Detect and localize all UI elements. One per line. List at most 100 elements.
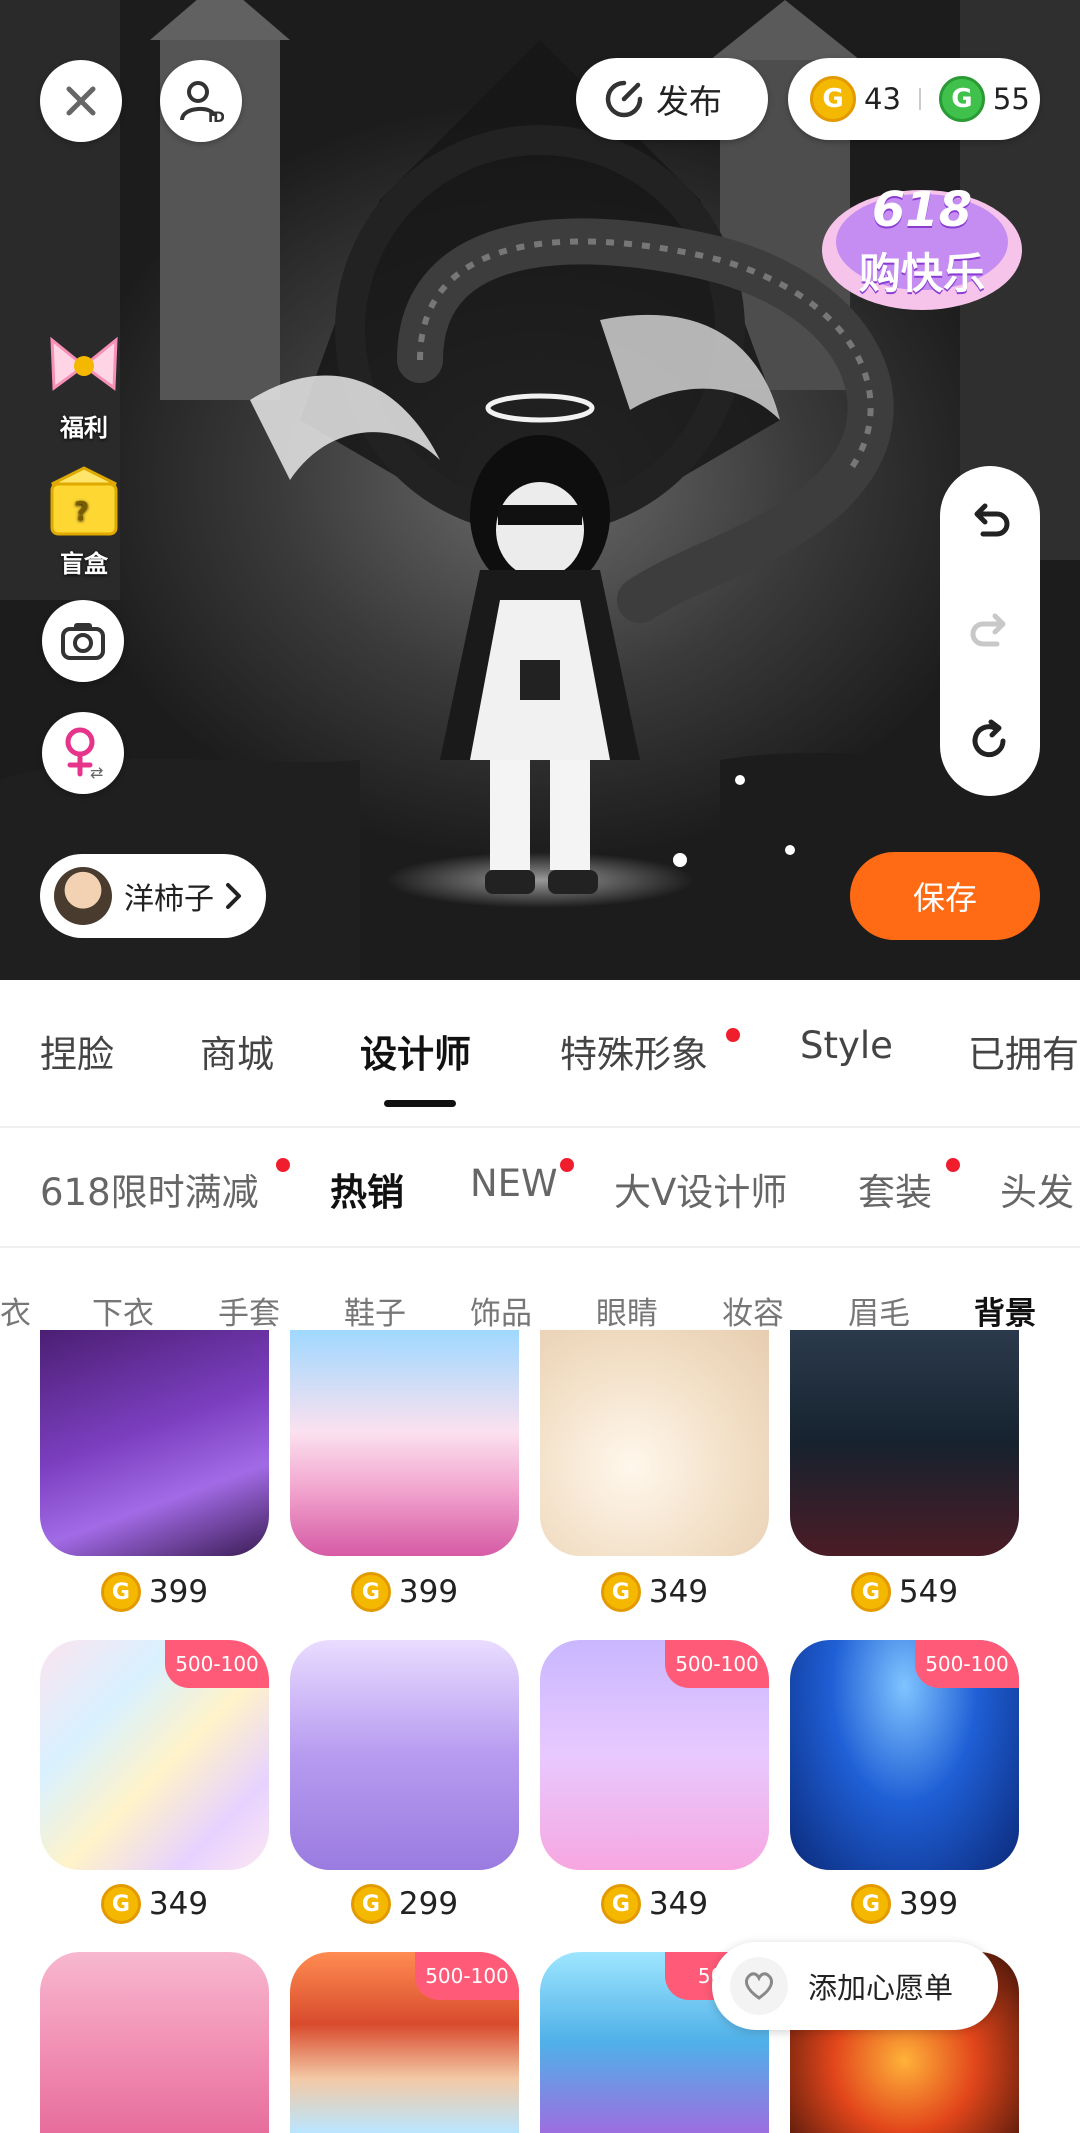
reset-icon[interactable] <box>967 718 1013 764</box>
camera-icon <box>61 623 105 660</box>
tab-special-avatar-dot <box>726 1028 740 1042</box>
category-eyebrows[interactable]: 眉毛 <box>848 1288 910 1333</box>
publish-icon <box>605 80 643 118</box>
user-profile-chip[interactable]: 洋柿子 <box>40 854 266 938</box>
item-card-cream-fur[interactable] <box>540 1330 769 1556</box>
main-tabs: 捏脸 商城 设计师 特殊形象 Style 已拥有 <box>0 1024 1080 1096</box>
blind-box-icon: ? <box>50 466 118 536</box>
gold-coin-icon: G <box>600 1884 641 1924</box>
item-card-purple-bedroom[interactable]: 500-100 <box>540 1640 769 1870</box>
gold-coin-icon: G <box>100 1572 141 1612</box>
redo-icon[interactable] <box>967 608 1013 654</box>
item-card-sports-car[interactable] <box>790 1330 1019 1556</box>
user-id-button[interactable]: ID <box>160 60 242 142</box>
category-eyes[interactable]: 眼睛 <box>596 1288 658 1333</box>
save-button[interactable]: 保存 <box>850 852 1040 940</box>
undo-icon[interactable] <box>967 498 1013 544</box>
gold-coin-icon: G <box>350 1884 391 1924</box>
category-accessories[interactable]: 饰品 <box>470 1288 532 1333</box>
gender-switch-button[interactable]: ⇄ <box>42 712 124 794</box>
add-wishlist-button[interactable]: 添加心愿单 <box>712 1942 998 2030</box>
item-card-lantern-street[interactable]: 500-100 <box>290 1952 519 2133</box>
tab-shop[interactable]: 商城 <box>200 1024 274 1078</box>
gold-coin-icon: G <box>850 1884 891 1924</box>
welfare-label: 福利 <box>60 414 108 442</box>
item-card-blue-stage[interactable]: 500-100 <box>790 1640 1019 1870</box>
subtab-hair[interactable]: 头发 <box>1000 1162 1074 1216</box>
item-card-pink-castle[interactable] <box>290 1330 519 1556</box>
item-price: G 349 <box>540 1572 769 1612</box>
avatar-scene: ID 发布 G 43 G 55 618 购快乐 福利 ? 盲盒 ⇄ 洋柿子 保存 <box>0 0 1080 980</box>
item-price: G 349 <box>540 1884 769 1924</box>
subtab-618-sale[interactable]: 618限时满减 <box>40 1162 259 1216</box>
tab-face[interactable]: 捏脸 <box>40 1024 114 1078</box>
tab-designer[interactable]: 设计师 <box>360 1024 471 1078</box>
subtab-outfit-set[interactable]: 套装 <box>858 1162 932 1216</box>
item-card-pink-room[interactable] <box>40 1952 269 2133</box>
add-wishlist-label: 添加心愿单 <box>808 1971 954 2005</box>
item-price: G 349 <box>40 1884 269 1924</box>
tab-owned[interactable]: 已拥有 <box>968 1024 1079 1078</box>
discount-badge: 500-100 <box>165 1640 269 1688</box>
active-tab-underline <box>384 1100 456 1107</box>
discount-badge: 500-100 <box>665 1640 769 1688</box>
green-coin-count: 55 <box>992 82 1030 116</box>
user-id-icon: ID <box>180 81 224 124</box>
item-price: G 399 <box>40 1572 269 1612</box>
gold-coin-icon: G <box>850 1572 891 1612</box>
close-button[interactable] <box>40 60 122 142</box>
chevron-right-icon <box>226 883 241 909</box>
welfare-button[interactable]: 福利 <box>38 330 130 443</box>
gold-coin-count: 43 <box>864 82 901 116</box>
divider <box>0 1246 1080 1248</box>
tab-special-avatar[interactable]: 特殊形象 <box>560 1024 708 1078</box>
category-background[interactable]: 背景 <box>974 1288 1036 1333</box>
promo-618-badge[interactable]: 618 购快乐 <box>812 170 1032 320</box>
item-card-holographic-marble[interactable]: 500-100 <box>40 1640 269 1870</box>
subtab-new-dot <box>560 1158 574 1172</box>
green-coin-icon: G <box>938 76 985 122</box>
category-shoes[interactable]: 鞋子 <box>344 1288 406 1333</box>
svg-text:?: ? <box>74 497 89 527</box>
category-bottom[interactable]: 下衣 <box>92 1288 154 1333</box>
svg-text:⇄: ⇄ <box>90 763 103 780</box>
item-card-lavender-stairs[interactable] <box>290 1640 519 1870</box>
edit-history-panel <box>940 466 1040 796</box>
gift-bow-icon <box>50 336 118 391</box>
item-price: G 549 <box>790 1572 1019 1612</box>
item-price: G 299 <box>290 1884 519 1924</box>
close-icon <box>66 86 96 116</box>
subtab-hot[interactable]: 热销 <box>330 1162 404 1216</box>
scene-artwork <box>0 0 1080 980</box>
tab-style[interactable]: Style <box>800 1024 893 1067</box>
divider <box>0 1126 1080 1128</box>
camera-button[interactable] <box>42 600 124 682</box>
item-price: G 399 <box>290 1572 519 1612</box>
heart-icon <box>730 1957 788 2015</box>
subtab-bigv-designer[interactable]: 大V设计师 <box>614 1162 787 1216</box>
subtab-outfit-dot <box>946 1158 960 1172</box>
publish-button[interactable]: 发布 <box>576 58 768 140</box>
item-card-gaming-room[interactable] <box>40 1330 269 1556</box>
coin-divider <box>918 88 921 110</box>
currency-balance[interactable]: G 43 G 55 <box>788 58 1040 140</box>
user-name: 洋柿子 <box>124 882 214 917</box>
gold-coin-icon: G <box>100 1884 141 1924</box>
promo-badge-text: 购快乐 <box>858 249 985 298</box>
subtab-new[interactable]: NEW <box>470 1162 558 1205</box>
blind-box-label: 盲盒 <box>60 550 108 578</box>
female-gender-icon: ⇄ <box>65 727 103 780</box>
gold-coin-icon: G <box>350 1572 391 1612</box>
svg-text:ID: ID <box>208 110 224 124</box>
promo-badge-number: 618 <box>871 182 973 238</box>
avatar <box>54 867 112 925</box>
category-top[interactable]: 衣 <box>0 1288 31 1333</box>
item-price: G 399 <box>790 1884 1019 1924</box>
subtab-618-dot <box>276 1158 290 1172</box>
discount-badge: 500-100 <box>415 1952 519 2000</box>
blind-box-button[interactable]: ? 盲盒 <box>38 462 130 579</box>
category-makeup[interactable]: 妆容 <box>722 1288 784 1333</box>
gold-coin-icon: G <box>810 76 856 122</box>
category-gloves[interactable]: 手套 <box>218 1288 280 1333</box>
discount-badge: 500-100 <box>915 1640 1019 1688</box>
